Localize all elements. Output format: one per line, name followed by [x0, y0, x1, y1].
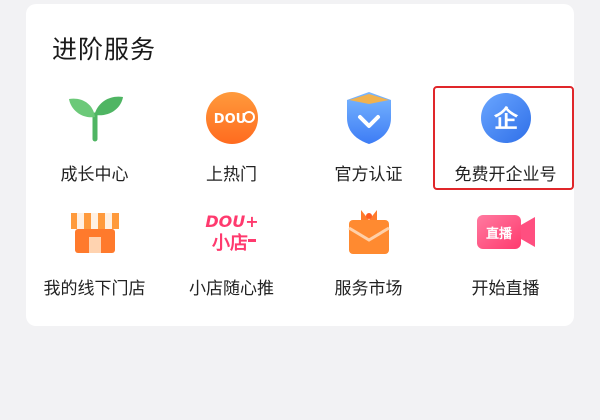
dou-plus-text: DOU+ — [205, 212, 258, 231]
verified-shield-icon — [337, 90, 401, 146]
service-label: 小店随心推 — [189, 279, 274, 299]
service-label: 服务市场 — [334, 279, 403, 299]
services-grid: 成长中心 DOU 上热门 官方认证 企 免费开企业号 我的线下门店 DOU+ 小… — [26, 90, 574, 318]
advanced-services-card: 进阶服务 成长中心 DOU 上热门 官方认证 企 免费开企业号 我的线下门店 D… — [26, 4, 574, 326]
section-title: 进阶服务 — [52, 35, 157, 64]
service-item-start-live[interactable]: 直播 开始直播 — [437, 204, 574, 318]
service-item-official-verification[interactable]: 官方认证 — [300, 90, 437, 204]
service-item-offline-store[interactable]: 我的线下门店 — [26, 204, 163, 318]
service-label: 上热门 — [206, 165, 257, 185]
dou-plus-shop-icon: DOU+ 小店 — [200, 204, 264, 260]
dou-plus-icon: DOU — [200, 90, 264, 146]
service-label: 成长中心 — [60, 165, 129, 185]
sprout-icon — [63, 90, 127, 146]
service-label: 我的线下门店 — [43, 279, 146, 299]
enterprise-badge-text: 企 — [494, 105, 519, 133]
service-item-shop-promote[interactable]: DOU+ 小店 小店随心推 — [163, 204, 300, 318]
enterprise-icon: 企 — [474, 90, 538, 146]
service-item-free-enterprise-account[interactable]: 企 免费开企业号 — [437, 90, 574, 204]
service-item-growth-center[interactable]: 成长中心 — [26, 90, 163, 204]
gift-box-icon — [337, 204, 401, 260]
service-label: 免费开企业号 — [454, 165, 557, 185]
storefront-icon — [63, 204, 127, 260]
shop-badge-text: 小店 — [212, 232, 248, 254]
live-camera-icon: 直播 — [474, 204, 538, 260]
service-label: 官方认证 — [334, 165, 403, 185]
service-item-dou-plus[interactable]: DOU 上热门 — [163, 90, 300, 204]
service-item-service-market[interactable]: 服务市场 — [300, 204, 437, 318]
live-badge-text: 直播 — [485, 226, 512, 242]
dou-badge-text: DOU — [213, 112, 245, 127]
service-label: 开始直播 — [471, 279, 540, 299]
